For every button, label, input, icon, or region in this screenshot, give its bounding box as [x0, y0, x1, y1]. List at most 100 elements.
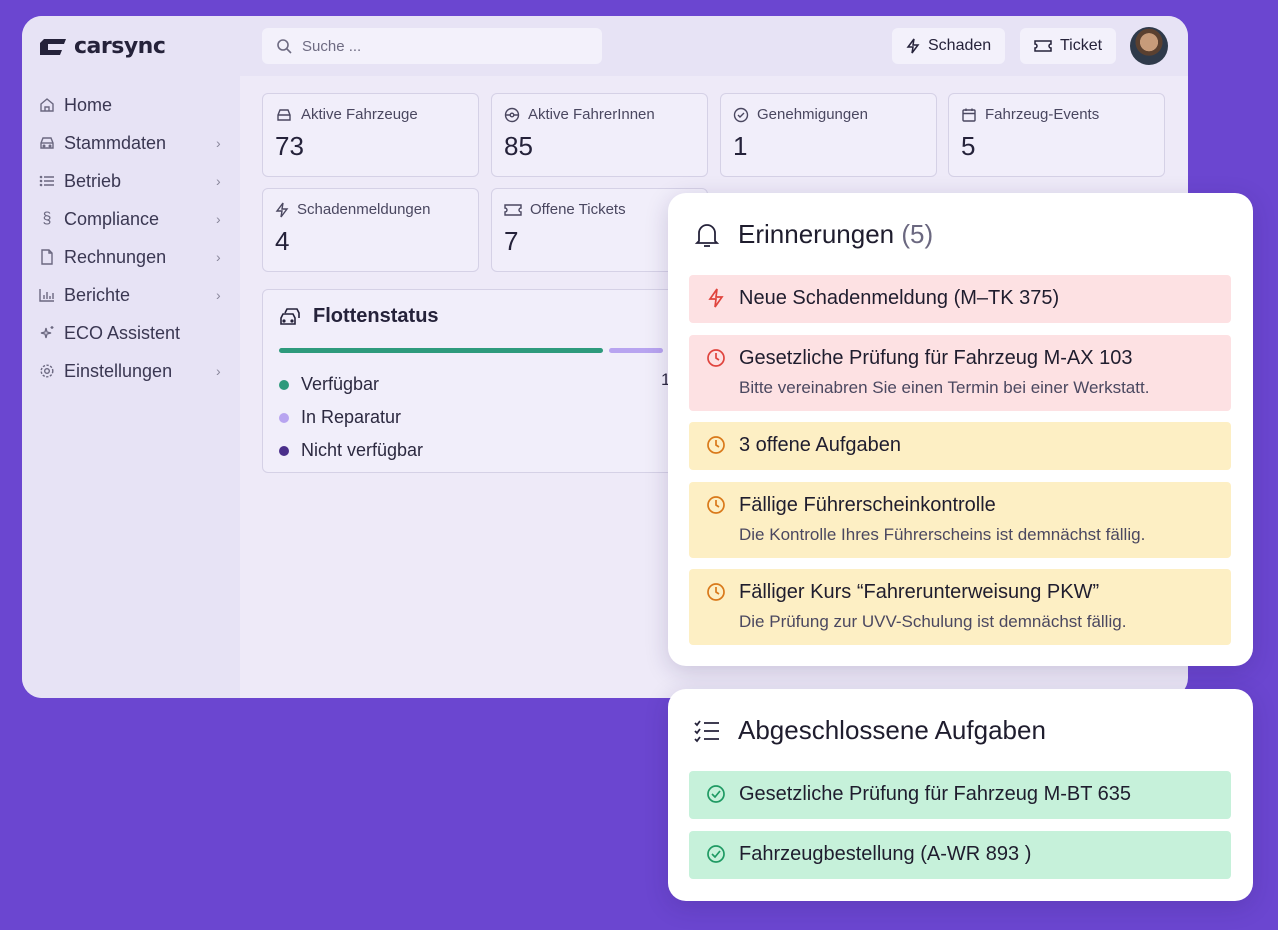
- clock-icon: [705, 347, 727, 369]
- stat-card[interactable]: Aktive Fahrzeuge 73: [262, 93, 479, 177]
- reminder-subtitle: Die Prüfung zur UVV-Schulung ist demnäch…: [739, 612, 1127, 631]
- legend-label: Verfügbar: [301, 374, 380, 394]
- chevron-right-icon: ›: [216, 287, 221, 303]
- gear-icon: [38, 362, 56, 380]
- avatar[interactable]: [1130, 27, 1168, 65]
- stat-value: 73: [275, 131, 304, 161]
- clock-icon: [705, 434, 727, 456]
- check-circle-icon: [705, 783, 727, 805]
- stat-card[interactable]: Aktive FahrerInnen 85: [491, 93, 708, 177]
- sidebar-item-betrieb[interactable]: Betrieb ›: [38, 162, 228, 200]
- clock-icon: [705, 494, 727, 516]
- completed-tasks-card: Abgeschlossene Aufgaben Gesetzliche Prüf…: [668, 689, 1253, 901]
- sidebar-item-home[interactable]: Home: [38, 86, 228, 124]
- car-icon: [38, 134, 56, 152]
- reminder-item[interactable]: 3 offene Aufgaben: [689, 422, 1231, 470]
- schaden-button-label: Schaden: [928, 37, 992, 54]
- stat-card[interactable]: Genehmigungen 1: [720, 93, 937, 177]
- check-circle-icon: [733, 107, 749, 122]
- sidebar-nav: Home Stammdaten › Betrieb › § Compliance…: [38, 86, 228, 390]
- stat-label: Schadenmeldungen: [297, 201, 431, 218]
- stat-label: Aktive Fahrzeuge: [301, 106, 418, 123]
- stat-label: Offene Tickets: [530, 201, 626, 218]
- chevron-right-icon: ›: [216, 211, 221, 227]
- ticket-icon: [1034, 40, 1052, 52]
- completed-item-title: Fahrzeugbestellung (A-WR 893 ): [739, 843, 1032, 865]
- stat-value: 5: [961, 131, 976, 161]
- search-icon: [277, 39, 292, 54]
- completed-item[interactable]: Gesetzliche Prüfung für Fahrzeug M-BT 63…: [689, 771, 1231, 819]
- checklist-icon: [694, 719, 719, 742]
- reminder-item[interactable]: Gesetzliche Prüfung für Fahrzeug M-AX 10…: [689, 335, 1231, 411]
- stat-label: Genehmigungen: [757, 106, 868, 123]
- stat-card[interactable]: Schadenmeldungen 4: [262, 188, 479, 272]
- reminder-subtitle: Die Kontrolle Ihres Führerscheins ist de…: [739, 525, 1146, 544]
- reminder-item[interactable]: Fälliger Kurs “Fahrerunterweisung PKW” D…: [689, 569, 1231, 645]
- legend-dot: [279, 445, 289, 456]
- sidebar-item-label: Einstellungen: [64, 360, 173, 381]
- reminders-card: Erinnerungen (5) Neue Schadenmeldung (M–…: [668, 193, 1253, 666]
- steering-wheel-icon: [504, 107, 520, 122]
- ticket-icon: [504, 203, 522, 216]
- sidebar: carsync Home Stammdaten › Betrieb › § Co…: [22, 16, 240, 698]
- ticket-button[interactable]: Ticket: [1020, 28, 1117, 64]
- stat-card[interactable]: Fahrzeug-Events 5: [948, 93, 1165, 177]
- sidebar-item-eco-assistent[interactable]: ECO Assistent: [38, 314, 228, 352]
- legend-item: Nicht verfügbar: [279, 434, 679, 467]
- chevron-right-icon: ›: [216, 135, 221, 151]
- calendar-icon: [962, 108, 976, 122]
- logo[interactable]: carsync: [38, 34, 166, 59]
- completed-title: Abgeschlossene Aufgaben: [738, 715, 1046, 745]
- fleet-status-card: Flottenstatus Verfügbar 1 In Reparatur N…: [262, 289, 682, 473]
- status-bar-repair: [609, 348, 663, 353]
- sidebar-item-label: ECO Assistent: [64, 322, 181, 343]
- lightning-icon: [906, 38, 920, 54]
- cars-icon: [280, 307, 300, 325]
- brand-name: carsync: [74, 34, 166, 59]
- completed-item-title: Gesetzliche Prüfung für Fahrzeug M-BT 63…: [739, 783, 1132, 805]
- search-box[interactable]: [262, 28, 602, 64]
- bar-chart-icon: [38, 286, 56, 304]
- stat-label: Fahrzeug-Events: [985, 106, 1100, 123]
- sidebar-item-label: Betrieb: [64, 170, 122, 191]
- sidebar-item-einstellungen[interactable]: Einstellungen ›: [38, 352, 228, 390]
- reminder-title: 3 offene Aufgaben: [739, 434, 902, 456]
- reminder-title: Gesetzliche Prüfung für Fahrzeug M-AX 10…: [739, 347, 1133, 369]
- legend-label: Nicht verfügbar: [301, 440, 424, 460]
- completed-item[interactable]: Fahrzeugbestellung (A-WR 893 ): [689, 831, 1231, 879]
- car-icon: [277, 108, 291, 121]
- topbar: Schaden Ticket: [240, 16, 1188, 76]
- search-input[interactable]: [302, 37, 582, 55]
- reminder-item[interactable]: Neue Schadenmeldung (M–TK 375): [689, 275, 1231, 323]
- list-icon: [38, 172, 56, 190]
- sidebar-item-berichte[interactable]: Berichte ›: [38, 276, 228, 314]
- home-icon: [38, 96, 56, 114]
- status-bar-available: [279, 348, 603, 353]
- section-icon: §: [42, 210, 52, 227]
- reminders-title: Erinnerungen: [738, 219, 895, 249]
- reminders-count: (5): [901, 219, 934, 249]
- stat-value: 85: [504, 131, 533, 161]
- legend-item: Verfügbar 1: [279, 368, 679, 401]
- chevron-right-icon: ›: [216, 363, 221, 379]
- sidebar-item-label: Home: [64, 94, 113, 115]
- sidebar-item-label: Compliance: [64, 208, 160, 229]
- reminder-subtitle: Bitte vereinabren Sie einen Termin bei e…: [739, 378, 1150, 397]
- legend-dot: [279, 379, 289, 390]
- legend-dot: [279, 412, 289, 423]
- legend-item: In Reparatur: [279, 401, 679, 434]
- check-circle-icon: [705, 843, 727, 865]
- sidebar-item-compliance[interactable]: § Compliance ›: [38, 200, 228, 238]
- clock-icon: [705, 581, 727, 603]
- ticket-button-label: Ticket: [1060, 37, 1103, 54]
- schaden-button[interactable]: Schaden: [892, 28, 1006, 64]
- sidebar-item-stammdaten[interactable]: Stammdaten ›: [38, 124, 228, 162]
- fleet-legend: Verfügbar 1 In Reparatur Nicht verfügbar: [279, 368, 679, 467]
- logo-icon: [40, 38, 66, 55]
- chevron-right-icon: ›: [216, 249, 221, 265]
- stat-value: 1: [733, 131, 748, 161]
- legend-label: In Reparatur: [301, 407, 402, 427]
- reminder-item[interactable]: Fällige Führerscheinkontrolle Die Kontro…: [689, 482, 1231, 558]
- sidebar-item-rechnungen[interactable]: Rechnungen ›: [38, 238, 228, 276]
- sidebar-item-label: Berichte: [64, 284, 131, 305]
